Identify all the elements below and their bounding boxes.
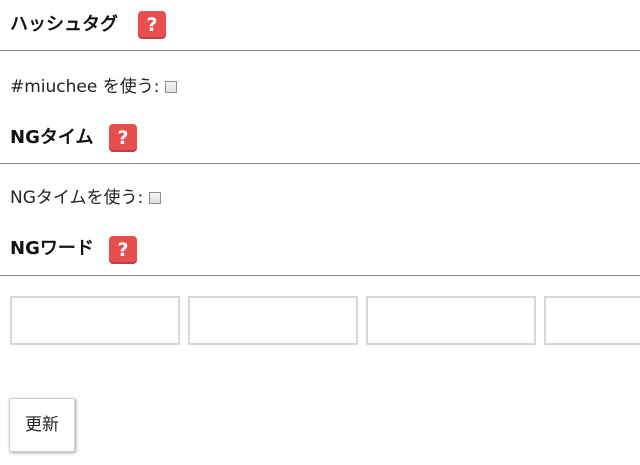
ng-time-section-title: NGタイム xyxy=(10,127,94,148)
ng-time-section-header: NGタイム ? xyxy=(0,121,640,164)
ng-word-input-3[interactable] xyxy=(366,296,536,345)
ng-time-option-label: NGタイムを使う: xyxy=(10,188,144,208)
ng-word-section-title: NGワード xyxy=(10,238,94,259)
ng-time-checkbox[interactable] xyxy=(149,192,162,204)
hashtag-checkbox[interactable] xyxy=(165,81,178,93)
ng-time-help-icon[interactable]: ? xyxy=(109,124,137,152)
ng-time-option-row: NGタイムを使う: xyxy=(10,186,162,210)
ng-word-section-header: NGワード ? xyxy=(0,232,640,276)
ng-word-help-icon[interactable]: ? xyxy=(109,236,137,264)
hashtag-option-row: #miuchee を使う: xyxy=(10,75,178,99)
hashtag-option-label: #miuchee を使う: xyxy=(10,77,160,97)
hashtag-section-header: ハッシュタグ ? xyxy=(0,10,640,51)
ng-word-input-2[interactable] xyxy=(188,296,358,345)
update-button[interactable]: 更新 xyxy=(9,398,75,452)
hashtag-help-icon[interactable]: ? xyxy=(138,11,166,39)
ng-word-input-4[interactable] xyxy=(544,296,640,345)
hashtag-section-title: ハッシュタグ xyxy=(10,14,118,35)
ng-word-input-1[interactable] xyxy=(10,296,180,345)
